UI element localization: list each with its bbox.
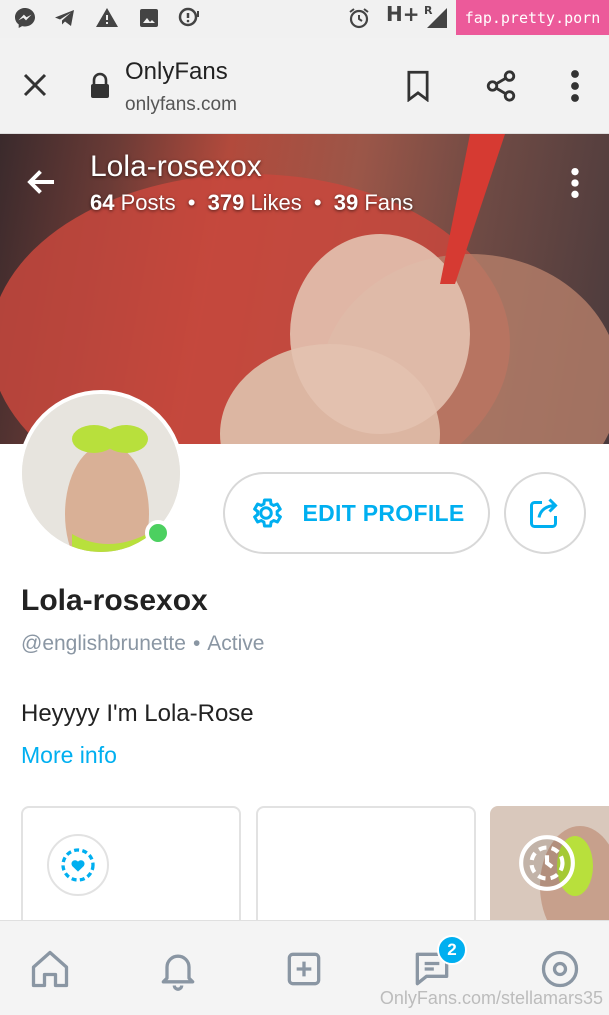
chat-alert-icon [178, 7, 199, 27]
signal-icon [427, 8, 447, 28]
close-icon[interactable] [20, 70, 50, 100]
online-status-indicator [145, 520, 171, 546]
story-card[interactable] [21, 806, 241, 936]
footer-watermark: OnlyFans.com/stellamars35 [379, 988, 603, 1008]
fans-count: 39 [333, 190, 359, 215]
site-watermark-tag: fap.pretty.porn [456, 0, 609, 35]
stats-separator: • [187, 190, 196, 215]
nav-notifications[interactable] [152, 943, 204, 995]
page-title: OnlyFans [125, 58, 228, 85]
share-icon[interactable] [484, 69, 518, 103]
messenger-icon [15, 8, 35, 28]
network-type: H+ [386, 2, 420, 26]
handle-separator: • [192, 632, 201, 655]
posts-count: 64 [90, 190, 115, 215]
story-clock-icon [519, 835, 575, 891]
user-circle-icon [541, 950, 579, 988]
stats-separator: • [313, 190, 322, 215]
home-icon [31, 950, 69, 988]
browser-bar: OnlyFans onlyfans.com [0, 38, 609, 134]
nav-home[interactable] [24, 943, 76, 995]
more-info-link[interactable]: More info [21, 742, 117, 769]
story-card[interactable] [256, 806, 476, 936]
likes-count: 379 [207, 190, 245, 215]
gallery-icon [140, 9, 158, 27]
fans-label: Fans [364, 190, 414, 215]
add-square-icon [287, 952, 321, 986]
share-profile-button[interactable] [504, 472, 586, 554]
telegram-icon [55, 10, 74, 26]
edit-profile-button[interactable]: EDIT PROFILE [223, 472, 490, 554]
bell-icon [161, 954, 195, 991]
heart-clock-icon [61, 848, 95, 882]
share-out-icon [530, 498, 558, 528]
gear-icon [253, 498, 283, 528]
lock-icon [91, 72, 109, 98]
nav-add-post[interactable] [278, 943, 330, 995]
username-handle: @englishbrunette [21, 632, 186, 655]
page-url[interactable]: onlyfans.com [125, 94, 237, 116]
cover-username: Lola-rosexox [90, 150, 262, 183]
more-vertical-icon[interactable] [566, 68, 584, 104]
story-thumbnail[interactable] [490, 806, 609, 936]
story-highlight-button[interactable] [47, 834, 109, 896]
edit-profile-label: EDIT PROFILE [302, 499, 465, 526]
likes-label: Likes [250, 190, 302, 215]
bookmark-icon[interactable] [404, 70, 432, 102]
bio-text: Heyyyy I'm Lola-Rose [21, 700, 254, 727]
profile-stats: 64 Posts • 379 Likes • 39 Fans [90, 190, 413, 216]
messages-badge: 2 [437, 935, 467, 965]
handle-row: @englishbrunette • Active [21, 632, 264, 656]
display-name: Lola-rosexox [21, 584, 208, 617]
status-bar: H+ R fap.pretty.porn [0, 0, 609, 38]
alarm-icon [349, 8, 369, 29]
back-arrow-icon[interactable] [24, 164, 60, 200]
activity-status: Active [207, 632, 265, 655]
posts-label: Posts [120, 190, 176, 215]
cover-more-icon[interactable] [566, 166, 584, 200]
warning-icon [96, 8, 118, 27]
